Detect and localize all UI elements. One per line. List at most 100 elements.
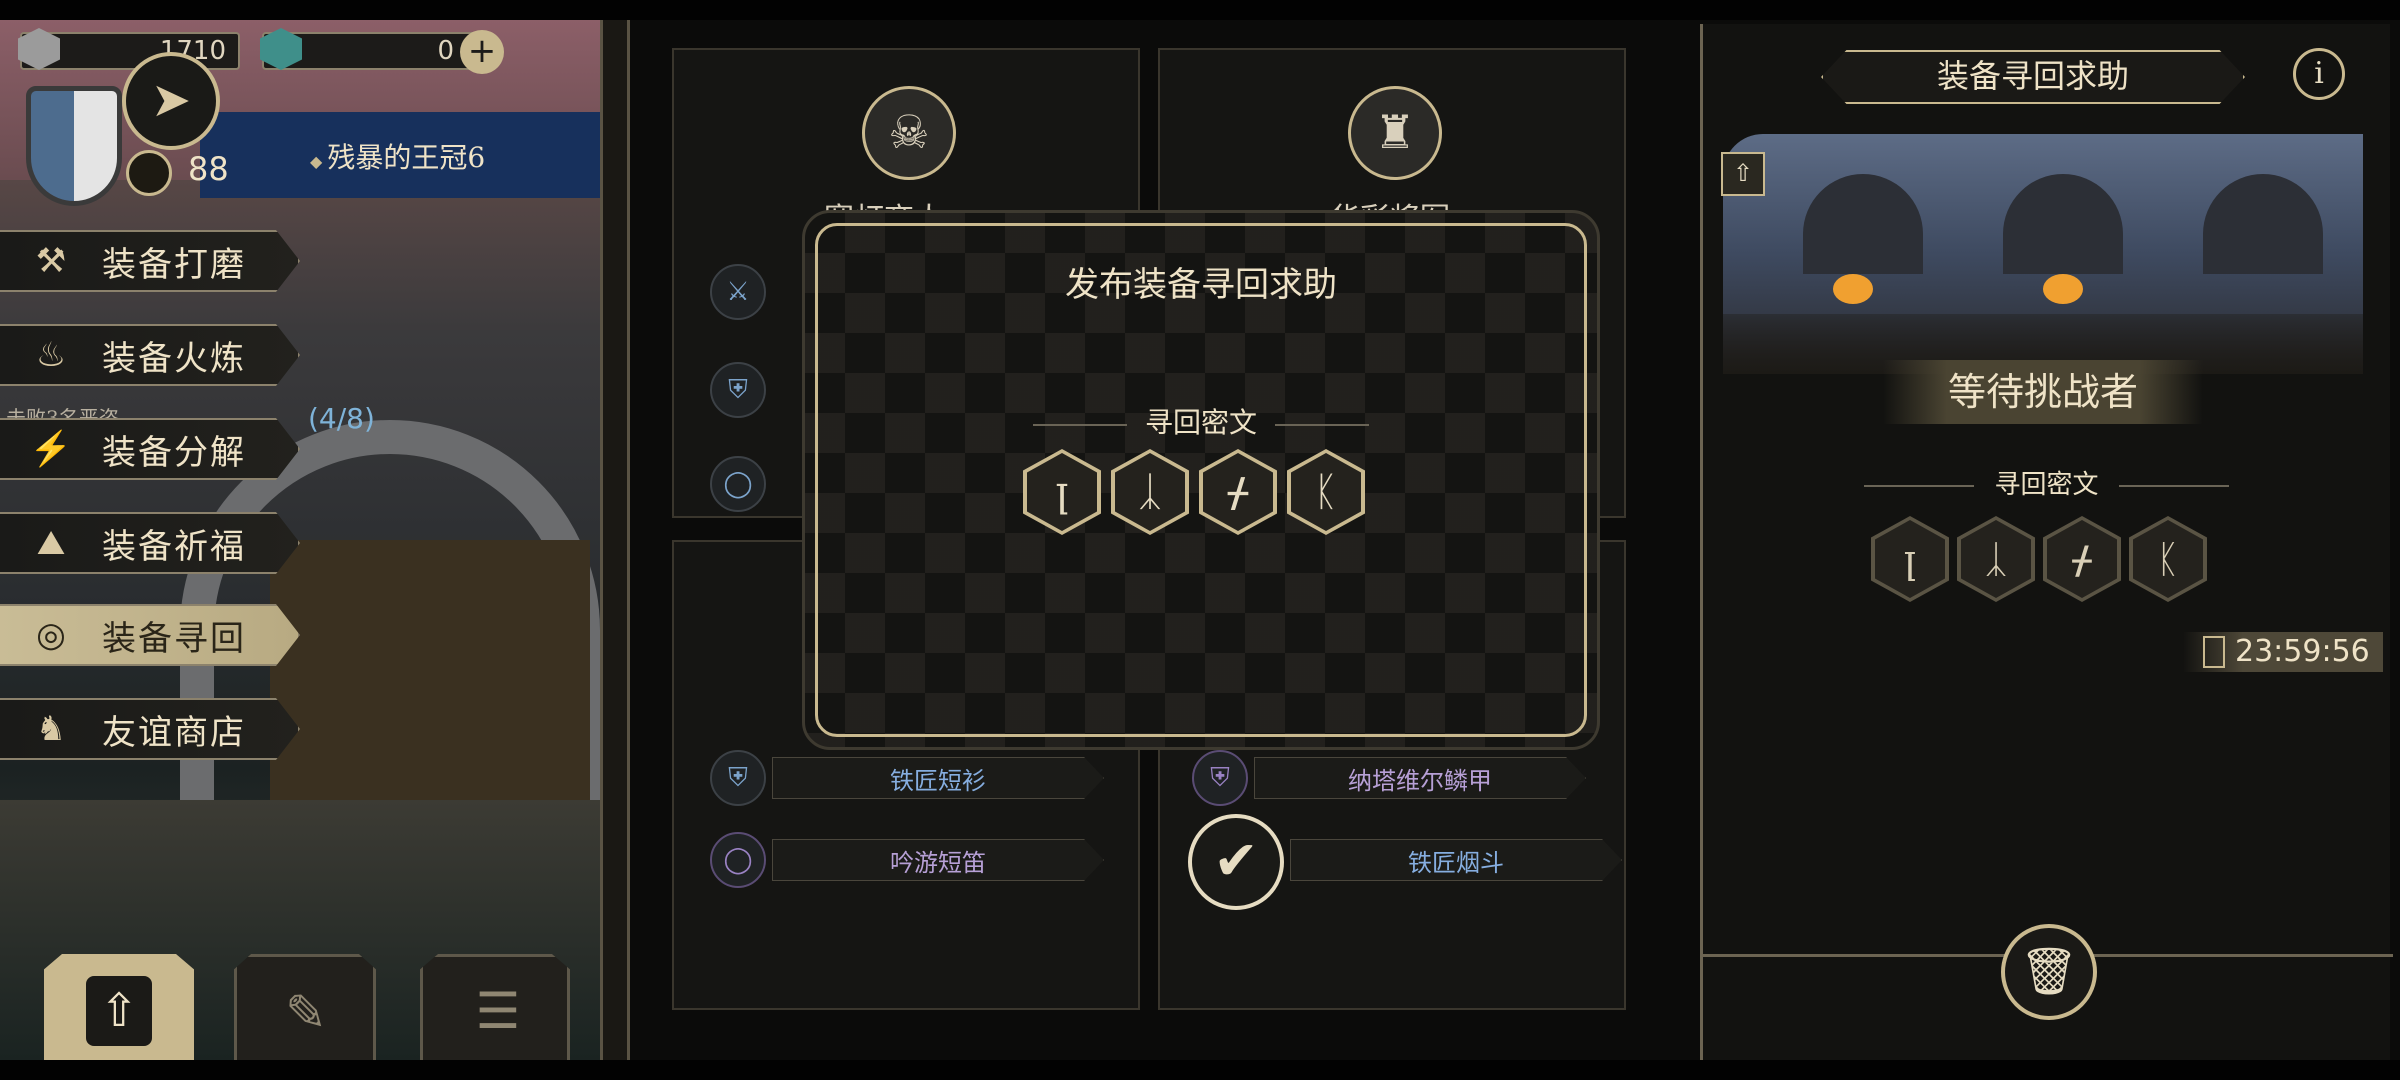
flame-icon: ♨ (35, 335, 67, 375)
bag-icon: ✎ (285, 984, 327, 1042)
scene-image (1723, 134, 2363, 374)
timer-value: 23:59:56 (2235, 634, 2370, 669)
divider-line (1032, 423, 1127, 426)
right-panel: 装备寻回求助 i ⇧ 等待挑战者 寻回密文 ꞁ ᛣ ᚋ ᛕ 23:59:56 🗑 (1700, 24, 2393, 1064)
bag-button[interactable]: ✎ (234, 954, 376, 1064)
list-item[interactable]: ◯ 吟游短笛 (710, 832, 1104, 888)
modal-rune-row: ꞁ ᛣ ᚋ ᛕ (1023, 449, 1365, 535)
rune-glyph: ᛣ (1961, 520, 2031, 598)
rune-glyph: ᚋ (2047, 520, 2117, 598)
list-item[interactable]: ⛨ 铁匠短衫 (710, 750, 1104, 806)
window-arch (2203, 174, 2323, 274)
rune-1-icon: ꞁ (1871, 516, 1949, 602)
ring-icon: ◯ (710, 456, 766, 512)
target-icon: ◎ (36, 615, 66, 655)
list-button[interactable]: ☰ (420, 954, 570, 1064)
quest-progress: (4/8) (308, 402, 375, 435)
rune-glyph: ꞁ (1875, 520, 1945, 598)
resource-2-value: 0 (437, 36, 454, 66)
checkmark-icon[interactable]: ✔ (1188, 814, 1284, 910)
sidebar-item-friend-shop[interactable]: ♞ 友谊商店 (0, 698, 300, 760)
hourglass-icon (2203, 636, 2225, 668)
divider-line (1275, 423, 1369, 426)
upload-icon[interactable]: ⇧ (1721, 152, 1765, 196)
item-name: 铁匠短衫 (772, 757, 1104, 799)
diamond-icon: ◆ (310, 152, 328, 171)
rune-2-icon[interactable]: ᛣ (1111, 449, 1189, 535)
sidebar-item-forge[interactable]: ♨ 装备火炼 (0, 324, 300, 386)
add-resource-button[interactable]: + (460, 30, 504, 74)
resource-bar-1: 1710 (18, 28, 240, 70)
general-avatar: ♜ (1348, 86, 1442, 180)
upload-icon: ⇧ (86, 976, 152, 1046)
resource-bar-2: 0 + (260, 28, 504, 74)
rune-2-icon: ᛣ (1957, 516, 2035, 602)
sidebar-item-disassemble[interactable]: ⚡ 装备分解 (0, 418, 300, 480)
sidebar-item-bless[interactable]: ⛰ 装备祈福 (0, 512, 300, 574)
rune-glyph: ᛕ (2133, 520, 2203, 598)
info-icon[interactable]: i (2293, 48, 2345, 100)
status-ribbon: 等待挑战者 (1883, 360, 2203, 424)
rune-glyph: ꞁ (1027, 453, 1097, 531)
list-icon: ☰ (475, 982, 521, 1040)
trash-icon[interactable]: 🗑 (2001, 924, 2097, 1020)
crystal-icon (260, 28, 302, 70)
compass-icon[interactable]: ➤ (122, 52, 220, 150)
location-title-text: 残暴的王冠6 (327, 141, 486, 174)
sidebar-item-label: 装备打磨 (102, 244, 246, 285)
right-section-label: 寻回密文 (1703, 464, 2390, 501)
player-level: 88 (126, 140, 229, 200)
sidebar-item-label: 装备火炼 (102, 338, 246, 379)
wooden-door (270, 540, 590, 840)
modal-title: 发布装备寻回求助 (1065, 265, 1337, 305)
right-section-text: 寻回密文 (1994, 470, 2099, 500)
bottom-bar (0, 1060, 2400, 1080)
upload-button[interactable]: ⇧ (44, 954, 194, 1064)
sword-icon: ⚔ (710, 264, 766, 320)
hammer-icon: ⚒ (35, 241, 67, 281)
window-arch (2003, 174, 2123, 274)
item-name: 纳塔维尔鳞甲 (1254, 757, 1586, 799)
armor-icon: ⛨ (710, 362, 766, 418)
right-header-title: 装备寻回求助 (1936, 57, 2129, 95)
fox-icon: ♞ (35, 709, 67, 749)
publish-modal: 发布装备寻回求助 寻回密文 ꞁ ᛣ ᚋ ᛕ (802, 210, 1600, 750)
divider-line (2118, 485, 2229, 487)
disassemble-icon: ⚡ (29, 429, 73, 469)
armor-icon: ⛨ (710, 750, 766, 806)
rune-4-icon[interactable]: ᛕ (1287, 449, 1365, 535)
guild-shield-icon[interactable] (26, 86, 122, 206)
sidebar-item-label: 装备祈福 (102, 526, 246, 567)
item-name: 吟游短笛 (772, 839, 1104, 881)
rune-4-icon: ᛕ (2129, 516, 2207, 602)
scale-armor-icon: ⛨ (1192, 750, 1248, 806)
level-ring-icon (126, 150, 172, 196)
rune-3-icon[interactable]: ᚋ (1199, 449, 1277, 535)
list-item[interactable]: ⛨ 纳塔维尔鳞甲 (1192, 750, 1586, 806)
status-title: 等待挑战者 (1947, 370, 2138, 414)
right-rune-row: ꞁ ᛣ ᚋ ᛕ (1871, 516, 2207, 602)
modal-section-text: 寻回密文 (1144, 406, 1257, 439)
rune-glyph: ᛣ (1115, 453, 1185, 531)
rune-glyph: ᚋ (1203, 453, 1273, 531)
modal-section-label: 寻回密文 (805, 401, 1597, 441)
fire-icon (2043, 274, 2083, 304)
timer-badge: 23:59:56 (2183, 632, 2383, 672)
pray-hands-icon: ⛰ (36, 523, 66, 563)
right-header: 装备寻回求助 (1821, 50, 2245, 104)
divider-line (1864, 485, 1975, 487)
sidebar-item-retrieve[interactable]: ◎ 装备寻回 (0, 604, 300, 666)
flute-icon: ◯ (710, 832, 766, 888)
rune-1-icon[interactable]: ꞁ (1023, 449, 1101, 535)
item-name: 铁匠烟斗 (1290, 839, 1622, 881)
panel-divider (600, 20, 630, 1060)
sidebar-item-polish[interactable]: ⚒ 装备打磨 (0, 230, 300, 292)
sidebar-item-label: 装备寻回 (102, 618, 246, 659)
sidebar-item-label: 装备分解 (102, 432, 246, 473)
rune-glyph: ᛕ (1291, 453, 1361, 531)
top-bar (0, 0, 2400, 20)
gem-icon (18, 28, 60, 70)
location-title: ◆ 残暴的王冠6 (310, 136, 485, 176)
list-item[interactable]: ✔ 铁匠烟斗 (1188, 814, 1622, 910)
rune-3-icon: ᚋ (2043, 516, 2121, 602)
